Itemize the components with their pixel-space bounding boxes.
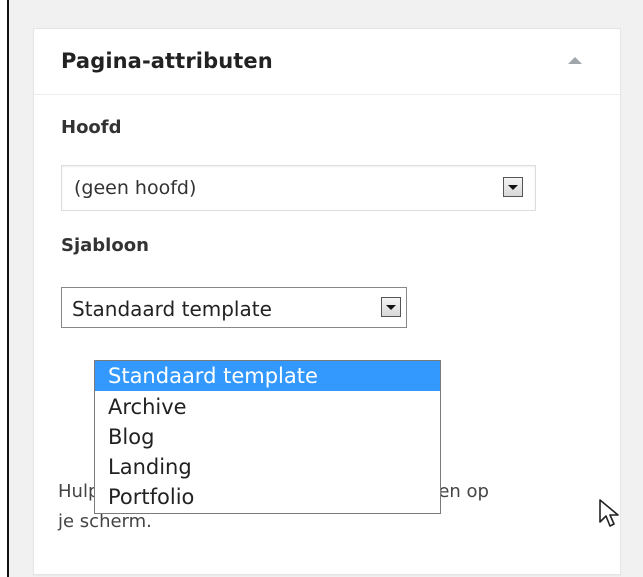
metabox-title: Pagina-attributen bbox=[61, 49, 273, 73]
template-dropdown-list: Standaard template Archive Blog Landing … bbox=[94, 360, 441, 514]
template-select-value: Standaard template bbox=[72, 297, 272, 321]
parent-select[interactable]: (geen hoofd) bbox=[61, 165, 536, 211]
dropdown-option-archive[interactable]: Archive bbox=[95, 392, 440, 422]
template-select[interactable]: Standaard template bbox=[61, 287, 407, 328]
dropdown-option-blog[interactable]: Blog bbox=[95, 422, 440, 452]
parent-select-value: (geen hoofd) bbox=[74, 177, 197, 199]
metabox-header[interactable]: Pagina-attributen bbox=[34, 29, 620, 95]
chevron-down-icon[interactable] bbox=[381, 297, 401, 317]
collapse-arrow-icon[interactable] bbox=[568, 57, 582, 64]
dropdown-option-standaard-template[interactable]: Standaard template bbox=[95, 361, 440, 391]
dropdown-option-portfolio[interactable]: Portfolio bbox=[95, 482, 440, 512]
parent-label: Hoofd bbox=[61, 117, 122, 138]
page-attributes-metabox: Pagina-attributen Hoofd (geen hoofd) Sja… bbox=[33, 28, 621, 575]
mouse-pointer-icon bbox=[599, 499, 619, 527]
chevron-down-icon[interactable] bbox=[503, 177, 523, 197]
template-label: Sjabloon bbox=[61, 235, 149, 256]
dropdown-option-landing[interactable]: Landing bbox=[95, 452, 440, 482]
